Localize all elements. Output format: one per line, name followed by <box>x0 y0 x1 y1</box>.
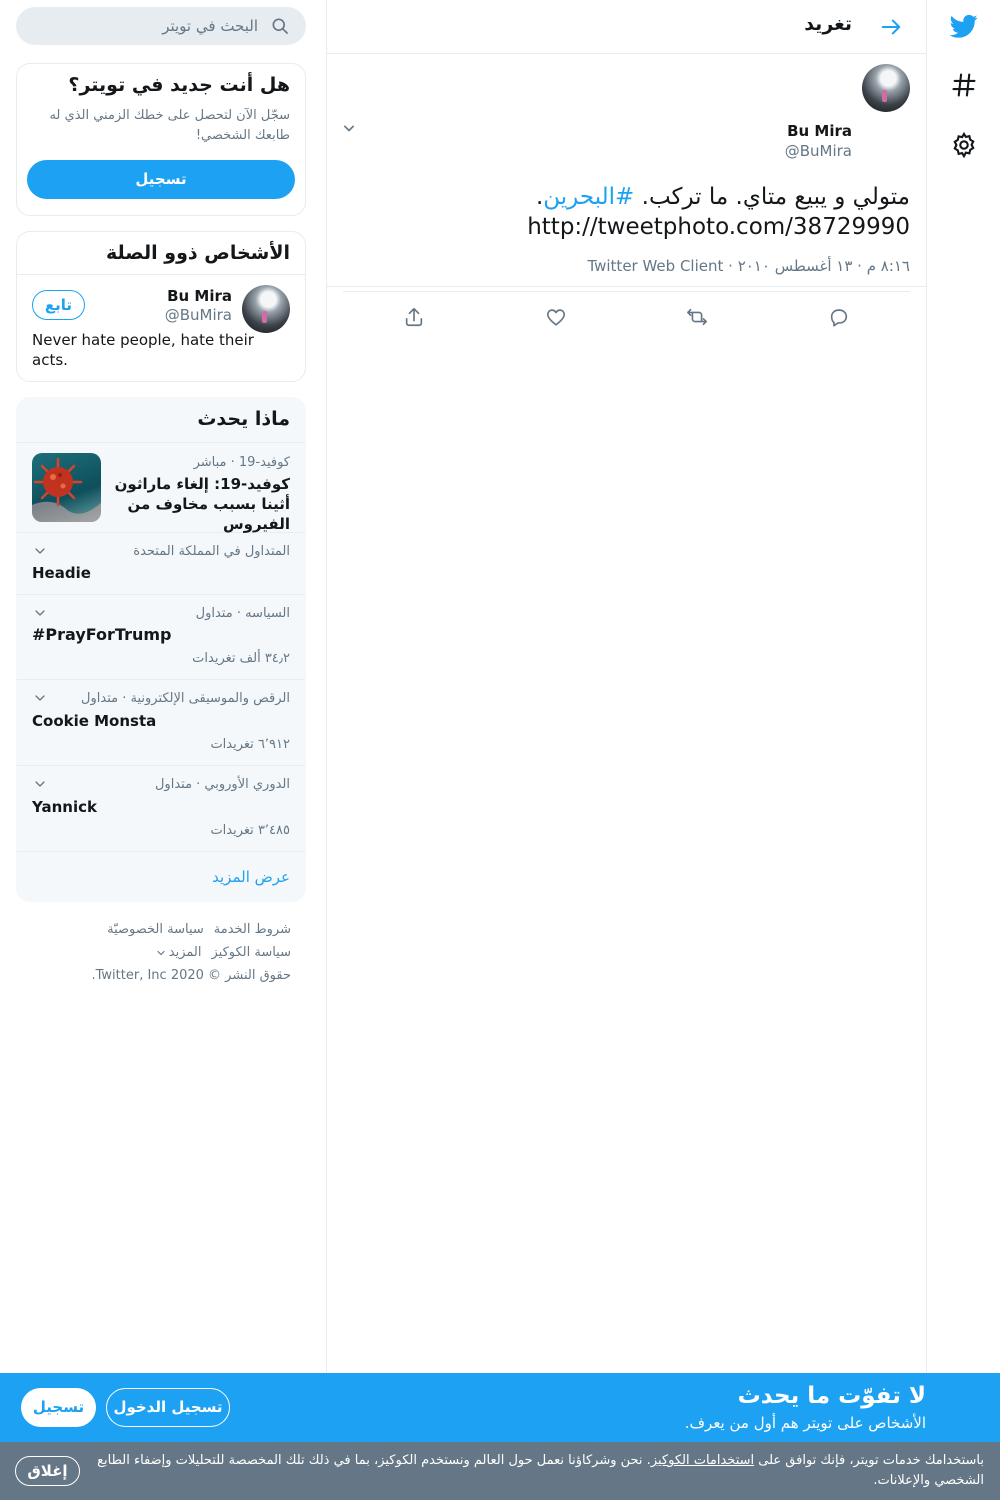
tweet-text-body: متولي و يبيع متاي. ما تركب. <box>634 184 910 210</box>
follow-button[interactable]: تابع <box>32 290 85 320</box>
signup-button[interactable]: تسجيل <box>27 160 295 199</box>
new-to-twitter-description: سجّل الآن لتحصل على خطك الزمني الذي له ط… <box>49 108 290 143</box>
hashtag-link[interactable]: #البحرين <box>543 184 634 210</box>
cookie-text-before: باستخدامك خدمات تويتر، فإنك توافق على <box>754 1453 984 1468</box>
chevron-down-icon[interactable] <box>32 690 48 706</box>
trend-name: Yannick <box>32 798 97 816</box>
news-item[interactable]: كوفيد-19 · مباشر كوفيد-19: إلغاء ماراثون… <box>17 443 305 533</box>
new-to-twitter-title: هل أنت جديد في تويتر؟ <box>68 74 290 96</box>
trend-item[interactable]: الدوري الأوروبي · متداول Yannick ٣٬٤٨٥ ت… <box>17 766 305 852</box>
signup-promo-bar: لا تفوّت ما يحدث الأشخاص على تويتر هم أو… <box>0 1373 1000 1442</box>
search-bar <box>16 7 306 45</box>
tweet-actions <box>343 291 910 341</box>
promo-signup-button[interactable]: تسجيل <box>21 1388 96 1427</box>
virus-image-icon <box>32 457 101 522</box>
login-button[interactable]: تسجيل الدخول <box>106 1388 230 1427</box>
heart-icon[interactable] <box>538 299 574 335</box>
page-title: تغريد <box>804 13 852 35</box>
reply-icon[interactable] <box>821 299 857 335</box>
related-person-name[interactable]: Bu Mira <box>167 287 232 305</box>
trend-count: ٣٬٤٨٥ تغريدات <box>210 823 290 838</box>
trend-item[interactable]: السياسه · متداول #PrayForTrump ٣٤٫٢ ألف … <box>17 595 305 680</box>
more-link[interactable]: المزيد <box>155 945 202 960</box>
related-person-bio: Never hate people, hate their acts. <box>32 331 254 369</box>
share-icon[interactable] <box>396 299 432 335</box>
related-person-handle[interactable]: @BuMira <box>165 306 232 324</box>
search-icon <box>272 18 288 34</box>
trend-context: السياسه · متداول <box>195 606 290 621</box>
related-person[interactable]: Bu Mira @BuMira تابع Never hate people, … <box>17 274 305 378</box>
cookie-banner: باستخدامك خدمات تويتر، فإنك توافق على اس… <box>0 1442 1000 1500</box>
trend-context: المتداول في المملكة المتحدة <box>133 544 290 559</box>
tweet-text: متولي و يبيع متاي. ما تركب. #البحرين. ht… <box>342 182 910 242</box>
trend-context: الرقص والموسيقى الإلكترونية · متداول <box>81 691 290 706</box>
trend-name: Headie <box>32 564 91 582</box>
chevron-down-icon <box>157 950 165 955</box>
close-button[interactable]: إغلاق <box>15 1456 80 1486</box>
new-to-twitter-card: هل أنت جديد في تويتر؟ سجّل الآن لتحصل عل… <box>16 63 306 216</box>
main-header: تغريد <box>327 0 926 54</box>
news-thumbnail <box>32 453 101 522</box>
privacy-link[interactable]: سياسة الخصوصيّة <box>107 922 204 937</box>
twitter-logo-icon[interactable] <box>942 4 986 48</box>
main-column: تغريد Bu Mira @BuMira متولي و يبيع متاي.… <box>326 0 926 1500</box>
hashtag-icon[interactable] <box>942 63 986 107</box>
more-link-label: المزيد <box>168 945 202 960</box>
trends-title: ماذا يحدث <box>197 408 290 430</box>
news-context: كوفيد-19 · مباشر <box>193 455 290 470</box>
trends-header: ماذا يحدث <box>17 398 305 443</box>
trend-name: Cookie Monsta <box>32 712 157 730</box>
cookies-link[interactable]: سياسة الكوكيز <box>211 945 291 960</box>
trend-context: الدوري الأوروبي · متداول <box>154 777 290 792</box>
terms-link[interactable]: شروط الخدمة <box>214 922 291 937</box>
trend-count: ٦٬٩١٢ تغريدات <box>210 737 290 752</box>
news-headline: كوفيد-19: إلغاء ماراثون أثينا بسبب مخاوف… <box>114 475 290 533</box>
avatar[interactable] <box>242 285 290 333</box>
tweet-author-handle[interactable]: @BuMira <box>785 142 852 160</box>
search-input[interactable] <box>38 7 258 45</box>
promo-subtitle: الأشخاص على تويتر هم أول من يعرف. <box>684 1414 926 1432</box>
chevron-down-icon[interactable] <box>339 118 359 138</box>
chevron-down-icon[interactable] <box>32 776 48 792</box>
trend-item[interactable]: الرقص والموسيقى الإلكترونية · متداول Coo… <box>17 680 305 766</box>
back-arrow-icon[interactable] <box>872 8 910 46</box>
tweet-author-name[interactable]: Bu Mira <box>787 122 852 140</box>
footer: شروط الخدمة سياسة الخصوصيّة سياسة الكوكيز… <box>16 918 291 987</box>
trend-name: #PrayForTrump <box>32 625 172 644</box>
footer-row-2: سياسة الكوكيز المزيد <box>16 941 291 964</box>
tweet-timestamp[interactable]: ٨:١٦ م · ١٣ أغسطس ٢٠١٠ · Twitter Web Cli… <box>587 257 910 275</box>
nav-rail <box>926 0 1000 1500</box>
trend-count: ٣٤٫٢ ألف تغريدات <box>192 651 290 666</box>
retweet-icon[interactable] <box>679 299 715 335</box>
cookie-policy-link[interactable]: استخدامات الكوكيز <box>651 1453 754 1468</box>
trend-item[interactable]: المتداول في المملكة المتحدة Headie <box>17 533 305 595</box>
cookie-text: باستخدامك خدمات تويتر، فإنك توافق على اس… <box>94 1451 984 1491</box>
footer-row-1: شروط الخدمة سياسة الخصوصيّة <box>16 918 291 941</box>
chevron-down-icon[interactable] <box>32 543 48 559</box>
chevron-down-icon[interactable] <box>32 605 48 621</box>
trends-card: ماذا يحدث كوفيد-19 · مباشر كوفيد-19: إلغ… <box>16 397 306 902</box>
promo-title: لا تفوّت ما يحدث <box>737 1383 926 1409</box>
tweet: Bu Mira @BuMira متولي و يبيع متاي. ما تر… <box>327 54 926 327</box>
gear-icon[interactable] <box>942 123 986 167</box>
copyright: حقوق النشر © 2020 Twitter, Inc. <box>91 968 291 983</box>
related-people-card: الأشخاص ذوو الصلة Bu Mira @BuMira تابع N… <box>16 231 306 382</box>
related-people-title: الأشخاص ذوو الصلة <box>106 242 290 264</box>
tweet-url-link[interactable]: http://tweetphoto.com/38729990 <box>342 212 910 242</box>
avatar[interactable] <box>862 64 910 112</box>
show-more-link[interactable]: عرض المزيد <box>17 852 305 901</box>
